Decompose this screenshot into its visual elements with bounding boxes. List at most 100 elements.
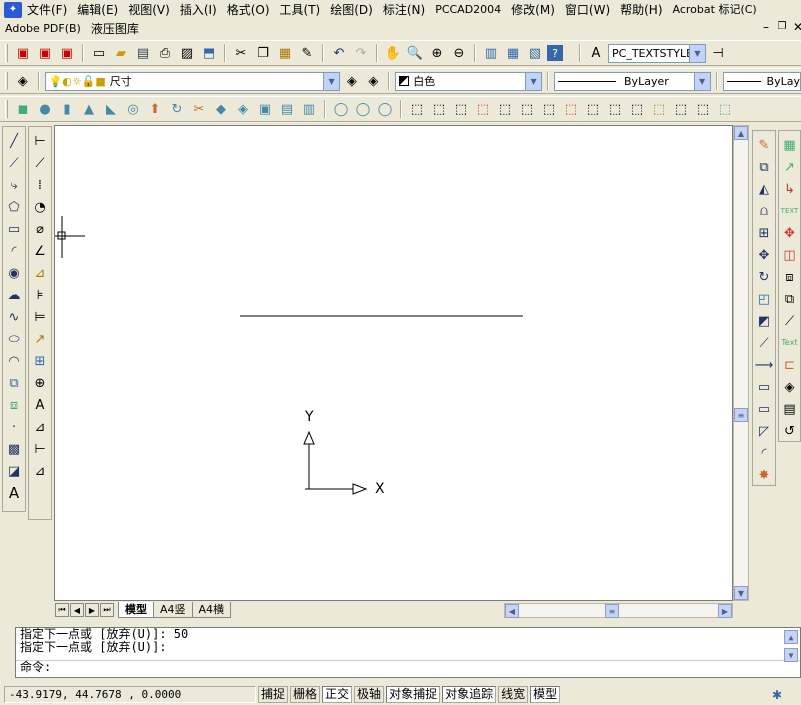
- rotate-faces-icon[interactable]: ⬚: [495, 99, 515, 119]
- text-icon[interactable]: A: [4, 483, 24, 503]
- menu-adobe-pdf[interactable]: Adobe PDF(B): [0, 20, 86, 38]
- properties-icon[interactable]: ▥: [481, 43, 501, 63]
- extend-icon[interactable]: ⟶: [754, 355, 774, 375]
- make-current-layer-icon[interactable]: ◈: [342, 71, 362, 91]
- angular-dimension-icon[interactable]: ∠: [30, 241, 50, 261]
- menu-acrobat[interactable]: Acrobat 标记(C): [668, 1, 762, 19]
- cylinder-icon[interactable]: ▮: [57, 99, 77, 119]
- pccad-tool-3-icon[interactable]: ↳: [780, 179, 800, 199]
- array-icon[interactable]: ⊞: [754, 223, 774, 243]
- layer-manager-icon[interactable]: ◈: [13, 71, 33, 91]
- app-icon[interactable]: ✦: [4, 1, 22, 18]
- separate-icon[interactable]: ⬚: [671, 99, 691, 119]
- next-tab-button[interactable]: ▶: [85, 603, 99, 617]
- chevron-down-icon[interactable]: ▼: [323, 72, 340, 90]
- horizontal-scrollbar[interactable]: ◀ ≡ ▶: [504, 603, 733, 618]
- text-style-icon[interactable]: A: [586, 43, 606, 63]
- help-icon[interactable]: ?: [547, 45, 563, 61]
- grid-toggle[interactable]: 栅格: [290, 686, 321, 703]
- pccad-text2-icon[interactable]: Text: [780, 333, 800, 353]
- intersect-icon[interactable]: ◯: [375, 99, 395, 119]
- menu-pccad[interactable]: PCCAD2004: [430, 1, 506, 19]
- chevron-down-icon[interactable]: ▼: [693, 72, 710, 90]
- menu-view[interactable]: 视图(V): [123, 1, 175, 19]
- pccad-tool-13-icon[interactable]: ▤: [780, 399, 800, 419]
- last-tab-button[interactable]: ⏭: [100, 603, 114, 617]
- model-space-toggle[interactable]: 模型: [530, 686, 561, 703]
- command-prompt[interactable]: 命令:: [16, 660, 800, 674]
- offset-faces-icon[interactable]: ⬚: [451, 99, 471, 119]
- line-icon[interactable]: ╱: [4, 131, 24, 151]
- rotate-icon[interactable]: ↻: [754, 267, 774, 287]
- menu-file[interactable]: 文件(F): [22, 1, 72, 19]
- polyline-icon[interactable]: ⤷: [4, 175, 24, 195]
- pccad-tool-9-icon[interactable]: ⟋: [780, 311, 800, 331]
- menu-format[interactable]: 格式(O): [222, 1, 275, 19]
- sphere-icon[interactable]: ●: [35, 99, 55, 119]
- copy-edges-icon[interactable]: ⬚: [583, 99, 603, 119]
- radius-dimension-icon[interactable]: ◔: [30, 197, 50, 217]
- setup-view-icon[interactable]: ▤: [277, 99, 297, 119]
- dimension-edit-icon[interactable]: A: [30, 395, 50, 415]
- minimize-icon[interactable]: –: [759, 20, 773, 34]
- preview-icon[interactable]: ▨: [177, 43, 197, 63]
- linetype-select[interactable]: ByLayer ▼: [554, 71, 711, 91]
- offset-icon[interactable]: ⩍: [754, 201, 774, 221]
- pccad-tool-7-icon[interactable]: ⧈: [780, 267, 800, 287]
- color-select[interactable]: 白色 ▼: [395, 71, 543, 91]
- paste-icon[interactable]: ▦: [275, 43, 295, 63]
- text-style-select[interactable]: PC_TEXTSTYLE ▼: [608, 43, 706, 63]
- cone-icon[interactable]: ▲: [79, 99, 99, 119]
- rectangle-icon[interactable]: ▭: [4, 219, 24, 239]
- copy-faces-icon[interactable]: ⬚: [539, 99, 559, 119]
- chamfer-icon[interactable]: ◸: [754, 421, 774, 441]
- mirror-icon[interactable]: ◭: [754, 179, 774, 199]
- vertical-scrollbar[interactable]: ▲ ≡ ▼: [733, 125, 749, 601]
- polar-toggle[interactable]: 极轴: [354, 686, 385, 703]
- ortho-toggle[interactable]: 正交: [322, 686, 353, 703]
- scroll-down-button[interactable]: ▼: [734, 586, 748, 600]
- menu-insert[interactable]: 插入(I): [175, 1, 222, 19]
- first-tab-button[interactable]: ⏮: [55, 603, 69, 617]
- clean-icon[interactable]: ⬚: [649, 99, 669, 119]
- region-icon[interactable]: ◪: [4, 461, 24, 481]
- stretch-icon[interactable]: ◩: [754, 311, 774, 331]
- scroll-right-button[interactable]: ▶: [718, 604, 732, 618]
- pccad-tool-11-icon[interactable]: ⊏: [780, 355, 800, 375]
- dimension-style-vertical-icon[interactable]: ⊿: [30, 461, 50, 481]
- pccad-tool-8-icon[interactable]: ⧉: [780, 289, 800, 309]
- diameter-dimension-icon[interactable]: ⌀: [30, 219, 50, 239]
- pdf-icon[interactable]: ▣: [13, 43, 33, 63]
- copy-icon[interactable]: ❐: [253, 43, 273, 63]
- move-icon[interactable]: ✥: [754, 245, 774, 265]
- new-icon[interactable]: ▭: [89, 43, 109, 63]
- designcenter-icon[interactable]: ▦: [503, 43, 523, 63]
- pccad-text-icon[interactable]: TEXT: [780, 201, 800, 221]
- menu-help[interactable]: 帮助(H): [615, 1, 667, 19]
- layer-previous-icon[interactable]: ◈: [364, 71, 384, 91]
- pdf-review-icon[interactable]: ▣: [57, 43, 77, 63]
- subtract-icon[interactable]: ◯: [353, 99, 373, 119]
- drawing-canvas[interactable]: Y X: [54, 125, 733, 601]
- pccad-tool-12-icon[interactable]: ◈: [780, 377, 800, 397]
- lineweight-toggle[interactable]: 线宽: [498, 686, 529, 703]
- tab-a4-landscape[interactable]: A4横: [191, 602, 232, 618]
- open-icon[interactable]: ▰: [111, 43, 131, 63]
- aligned-dimension-icon[interactable]: ⟋: [30, 153, 50, 173]
- layer-select[interactable]: 💡◐☼🔓■ 尺寸 ▼: [44, 71, 341, 91]
- command-scroll-down[interactable]: ▼: [784, 648, 798, 662]
- slice-icon[interactable]: ✂: [189, 99, 209, 119]
- box-icon[interactable]: ◼: [13, 99, 33, 119]
- communication-center-icon[interactable]: ✱: [767, 685, 787, 705]
- quick-dimension-icon[interactable]: ⊿: [30, 263, 50, 283]
- pccad-tool-6-icon[interactable]: ◫: [780, 245, 800, 265]
- command-scroll-up[interactable]: ▲: [784, 630, 798, 644]
- setup-drawing-icon[interactable]: ▣: [255, 99, 275, 119]
- linear-dimension-icon[interactable]: ⊢: [30, 131, 50, 151]
- copy-object-icon[interactable]: ⧉: [754, 157, 774, 177]
- trim-icon[interactable]: ⟋: [754, 333, 774, 353]
- undo-icon[interactable]: ↶: [329, 43, 349, 63]
- pccad-tool-2-icon[interactable]: ↗: [780, 157, 800, 177]
- toolbar-grip[interactable]: [5, 44, 8, 62]
- snap-toggle[interactable]: 捕捉: [258, 686, 289, 703]
